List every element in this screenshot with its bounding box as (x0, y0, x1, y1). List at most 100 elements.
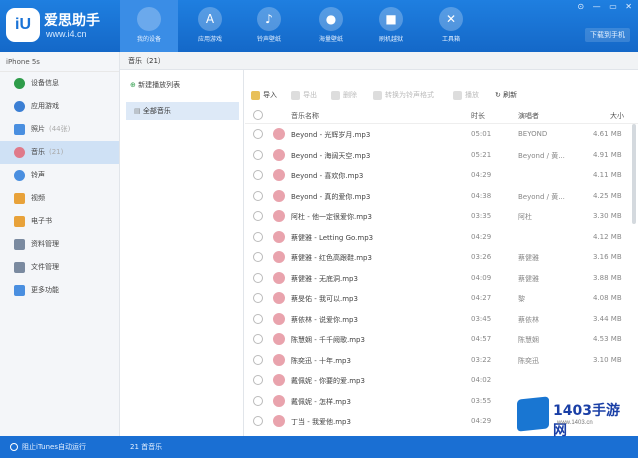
song-name: 丁当 - 我爱他.mp3 (291, 418, 351, 426)
song-name: 蔡健雅 - 红色高跟鞋.mp3 (291, 254, 372, 262)
table-row[interactable]: 蔡依林 - 说爱你.mp3 03:45 蔡依林 3.44 MB (245, 309, 638, 330)
sidebar-item-photos[interactable]: 照片 (44张) (0, 118, 119, 141)
row-checkbox[interactable] (253, 272, 263, 283)
table-row[interactable]: 蔡健雅 - 红色高跟鞋.mp3 03:26 蔡健雅 3.16 MB (245, 247, 638, 268)
playlist-all-music[interactable]: ▤ 全部音乐 (126, 102, 239, 120)
table-row[interactable]: 陈奕迅 - 十年.mp3 03:22 陈奕迅 3.10 MB (245, 350, 638, 371)
row-checkbox[interactable] (253, 354, 263, 365)
sidebar-item-data-management[interactable]: 资料管理 (0, 233, 119, 256)
table-row[interactable]: Beyond - 真的爱你.mp3 04:38 Beyond / 黄... 4.25 … (245, 186, 638, 207)
song-icon (273, 230, 285, 243)
song-icon (273, 169, 285, 181)
import-icon (251, 90, 260, 100)
song-artist: 阿杜 (518, 213, 532, 221)
song-name: 阿杜 - 他一定很爱你.mp3 (291, 213, 372, 221)
song-duration: 04:29 (471, 417, 492, 425)
delete-button[interactable]: 删除 (331, 86, 357, 104)
maximize-icon[interactable]: ▭ (609, 2, 617, 11)
table-row[interactable]: 陈慧娴 - 千千阙歌.mp3 04:57 陈慧娴 4.53 MB (245, 329, 638, 350)
close-icon[interactable]: ✕ (625, 2, 632, 11)
row-checkbox[interactable] (253, 129, 263, 139)
tab-strip: 音乐（21） (120, 52, 638, 70)
table-row[interactable]: 蔡旻佑 - 我可以.mp3 04:27 黎 4.08 MB (245, 288, 638, 309)
sidebar: iPhone 5s 设备信息 应用游戏 照片 (44张) 音乐 (21) 铃声 视频… (0, 52, 120, 436)
sidebar-item-file-management[interactable]: 文件管理 (0, 256, 119, 279)
song-duration: 03:55 (471, 396, 492, 405)
column-header-time[interactable]: 时长 (471, 111, 485, 121)
row-checkbox[interactable] (253, 395, 263, 406)
sidebar-item-ringtones[interactable]: 铃声 (0, 164, 119, 187)
download-to-phone-button[interactable]: 下载到手机 (585, 28, 630, 42)
row-checkbox[interactable] (253, 293, 263, 303)
row-checkbox[interactable] (253, 190, 263, 201)
song-duration: 05:01 (471, 130, 492, 138)
song-name: Beyond - 海阔天空.mp3 (291, 151, 371, 160)
song-size: 4.91 MB (593, 150, 622, 159)
table-row[interactable]: Beyond - 喜欢你.mp3 04:29 4.11 MB (245, 165, 638, 186)
row-checkbox[interactable] (253, 252, 263, 262)
sidebar-item-videos[interactable]: 视频 (0, 187, 119, 210)
song-icon (273, 353, 285, 366)
watermark-url: www.1403.cn (557, 420, 593, 426)
export-button[interactable]: 导出 (291, 86, 317, 104)
new-playlist-button[interactable]: ⊕ 新建播放列表 (120, 70, 243, 100)
song-size: 4.25 MB (593, 191, 622, 200)
play-button[interactable]: 播放 (453, 86, 479, 104)
folder-icon (14, 261, 25, 273)
song-size: 4.11 MB (593, 171, 622, 179)
sidebar-item-music[interactable]: 音乐 (21) (0, 141, 119, 164)
row-checkbox[interactable] (253, 334, 263, 344)
plus-icon: ⊕ (130, 81, 139, 89)
column-header-name[interactable]: 音乐名称 (291, 111, 319, 121)
sidebar-item-apps[interactable]: 应用游戏 (0, 95, 119, 118)
song-icon (273, 394, 285, 407)
check-icon (10, 443, 18, 451)
nav-tab-apps[interactable]: A 应用游戏 (181, 0, 239, 52)
itunes-autorun-toggle[interactable]: 阻止iTunes自动运行 (10, 442, 86, 452)
row-checkbox[interactable] (253, 313, 263, 324)
table-row[interactable]: Beyond - 海阔天空.mp3 05:21 Beyond / 黄... 4.91 … (245, 145, 638, 166)
nav-tab-my-device[interactable]: 我的设备 (120, 0, 178, 52)
table-row[interactable]: Beyond - 光辉岁月.mp3 05:01 BEYOND 4.61 MB (245, 124, 638, 145)
settings-icon[interactable]: ⊙ (577, 2, 584, 11)
row-checkbox[interactable] (253, 170, 263, 180)
contacts-icon (14, 238, 25, 250)
song-duration: 04:29 (471, 232, 492, 241)
row-checkbox[interactable] (253, 416, 263, 426)
song-name: Beyond - 真的爱你.mp3 (291, 192, 371, 201)
sidebar-item-ebooks[interactable]: 电子书 (0, 210, 119, 233)
refresh-button[interactable]: ↻ 刷新 (495, 86, 517, 104)
nav-tab-tools[interactable]: ✕ 工具箱 (422, 0, 480, 52)
row-checkbox[interactable] (253, 149, 263, 160)
tools-icon: ✕ (439, 7, 463, 31)
song-duration: 04:29 (471, 171, 492, 179)
sidebar-item-more[interactable]: 更多功能 (0, 279, 119, 302)
nav-tab-wallpapers[interactable]: ● 海量壁纸 (302, 0, 360, 52)
playlist-panel: ⊕ 新建播放列表 ▤ 全部音乐 (120, 70, 244, 436)
column-header-artist[interactable]: 演唱者 (518, 111, 539, 121)
row-checkbox[interactable] (253, 375, 263, 385)
song-name: Beyond - 喜欢你.mp3 (291, 172, 364, 180)
table-row[interactable]: 戴佩妮 - 你要的爱.mp3 04:02 (245, 370, 638, 391)
song-artist: 黎 (518, 295, 525, 303)
convert-icon (373, 90, 382, 100)
nav-tab-flash[interactable]: ■ 刷机越狱 (362, 0, 420, 52)
table-row[interactable]: 蔡健雅 - Letting Go.mp3 04:29 4.12 MB (245, 227, 638, 248)
song-icon (273, 312, 285, 325)
sidebar-item-device-info[interactable]: 设备信息 (0, 72, 119, 95)
table-row[interactable]: 阿杜 - 他一定很爱你.mp3 03:35 阿杜 3.30 MB (245, 206, 638, 227)
row-checkbox[interactable] (253, 211, 263, 221)
import-button[interactable]: 导入 (251, 86, 277, 104)
minimize-icon[interactable]: — (593, 2, 601, 11)
tab-music[interactable]: 音乐（21） (128, 56, 165, 66)
table-row[interactable]: 蔡健雅 - 无底洞.mp3 04:09 蔡健雅 3.88 MB (245, 268, 638, 289)
row-checkbox[interactable] (253, 231, 263, 242)
device-name[interactable]: iPhone 5s (0, 52, 119, 72)
photo-icon (14, 123, 25, 135)
column-header-size[interactable]: 大小 (610, 111, 624, 121)
convert-ringtone-button[interactable]: 转换为铃声格式 (373, 86, 434, 104)
nav-tab-ringtones[interactable]: ♪ 铃声壁纸 (240, 0, 298, 52)
scrollbar[interactable] (632, 124, 636, 224)
select-all-checkbox[interactable] (253, 110, 263, 120)
song-duration: 04:57 (471, 335, 492, 343)
